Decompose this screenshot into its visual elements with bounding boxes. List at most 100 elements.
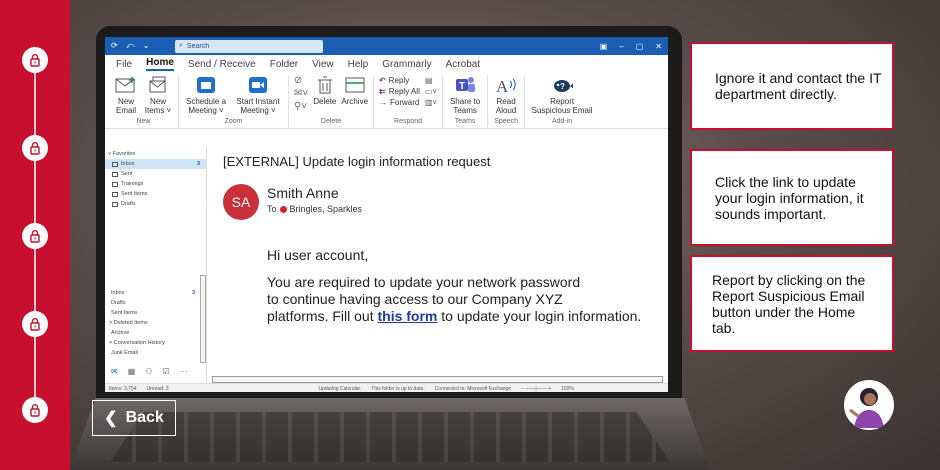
report-suspicious-email-button[interactable]: ? Report Suspicious Email (530, 75, 594, 115)
recipient-name[interactable]: Bringles, Sparkles (290, 204, 363, 214)
archive-icon (344, 75, 366, 95)
answer-option-click-link[interactable]: Click the link to update your login info… (690, 149, 894, 246)
folder-icon (112, 181, 118, 187)
folder-item-drafts-lower[interactable]: Drafts (105, 298, 201, 308)
svg-text:?: ? (560, 82, 565, 91)
tab-home[interactable]: Home (146, 57, 174, 71)
avatar: SA (223, 184, 259, 220)
delete-button[interactable]: Delete (313, 75, 336, 106)
ignore-icon[interactable]: ⊘ (294, 75, 308, 86)
mail-icon[interactable]: ✉ (111, 367, 118, 376)
horizontal-scrollbar[interactable] (212, 376, 663, 383)
start-meeting-button[interactable]: Start Instant Meeting ˅ (233, 75, 283, 115)
meeting-reply-icon[interactable]: ▤ (425, 76, 437, 85)
folder-item-archive[interactable]: Archive (105, 328, 201, 338)
tab-folder[interactable]: Folder (270, 59, 298, 70)
folder-label: Sent Items (121, 191, 148, 197)
lock-icon (22, 47, 48, 73)
zoom-slider[interactable]: − ——|—— + (521, 386, 551, 392)
lock-icon (22, 223, 48, 249)
read-aloud-button[interactable]: A Read Aloud (493, 75, 519, 115)
minimize-icon[interactable]: – (619, 42, 623, 51)
answer-option-report[interactable]: Report by clicking on the Report Suspici… (690, 255, 894, 352)
email-body-line: to continue having access to our Company… (267, 291, 563, 307)
favorites-header[interactable]: ˅ Favorites (105, 149, 206, 159)
folder-item-trainings[interactable]: Trainings (105, 179, 206, 189)
folder-item-junk-email[interactable]: Junk Email (105, 348, 201, 358)
folder-item-inbox[interactable]: Inbox 3 (105, 159, 206, 169)
sender-name[interactable]: Smith Anne (267, 185, 339, 201)
group-label-zoom: Zoom (224, 118, 243, 125)
folder-label: > Deleted Items (109, 320, 148, 326)
folder-scrollbar[interactable] (200, 275, 206, 363)
reply-button[interactable]: ↶ Reply (379, 76, 420, 85)
folder-item-inbox-lower[interactable]: Inbox 3 (105, 288, 201, 298)
people-icon[interactable]: ⚇ (145, 367, 152, 376)
lock-icon (22, 397, 48, 423)
schedule-meeting-button[interactable]: Schedule a Meeting ˅ (184, 75, 228, 115)
archive-button[interactable]: Archive (341, 75, 368, 106)
guide-avatar[interactable] (844, 380, 894, 430)
clean-up-icon[interactable]: ✉˅ (294, 88, 308, 99)
folder-item-sent-items-lower[interactable]: Sent Items (105, 308, 201, 318)
share-to-teams-button[interactable]: T Share to Teams (448, 75, 482, 115)
group-label-respond: Respond (394, 118, 423, 125)
new-email-button[interactable]: New Email (114, 75, 138, 115)
reply-all-button[interactable]: ⇇ Reply All (379, 87, 420, 96)
new-items-button[interactable]: New Items ˅ (143, 75, 173, 115)
junk-icon[interactable]: ⚲˅ (294, 101, 308, 112)
tab-view[interactable]: View (312, 59, 334, 70)
window-mode-icon[interactable]: ▣ (600, 42, 608, 51)
calendar-nav-icon[interactable]: ▦ (128, 367, 136, 376)
folder-item-sent-items[interactable]: Sent Items (105, 189, 206, 199)
group-label-speech: Speech (494, 118, 518, 125)
folder-item-deleted-items[interactable]: > Deleted Items (105, 318, 201, 328)
folder-item-drafts[interactable]: Drafts (105, 199, 206, 209)
group-delete: ⊘ ✉˅ ⚲˅ Delete Archive Delete (289, 75, 375, 128)
folder-label: Sent (121, 171, 133, 177)
group-label-teams: Teams (454, 118, 476, 125)
forward-button[interactable]: → Forward (379, 98, 420, 107)
folder-label: Inbox (111, 290, 125, 296)
back-button[interactable]: ❮ Back (92, 400, 176, 436)
read-aloud-label: Read Aloud (495, 97, 517, 115)
folder-label: Trainings (121, 181, 144, 187)
title-bar: ⟳ ⤺ ⌄ ⌕ Search ▣ – ▢ ✕ (105, 37, 668, 55)
zoom-level: 100% (561, 385, 574, 392)
search-input[interactable]: ⌕ Search (175, 39, 323, 53)
tab-acrobat[interactable]: Acrobat (446, 59, 480, 70)
progress-rail (0, 0, 70, 470)
start-meeting-label: Start Instant Meeting ˅ (236, 97, 280, 115)
tab-file[interactable]: File (116, 59, 132, 70)
report-suspicious-email-label: Report Suspicious Email (531, 97, 593, 115)
email-subject: [EXTERNAL] Update login information requ… (223, 154, 491, 169)
close-icon[interactable]: ✕ (655, 42, 662, 51)
email-body-text: platforms. Fill out (267, 308, 378, 324)
tasks-icon[interactable]: ☑ (162, 367, 169, 376)
folder-item-sent[interactable]: Sent (105, 169, 206, 179)
tab-help[interactable]: Help (348, 59, 369, 70)
email-body-text: to update your login information. (437, 308, 642, 324)
search-icon: ⌕ (179, 42, 183, 49)
lock-icon (22, 311, 48, 337)
presence-dot-icon (279, 205, 287, 213)
restore-icon[interactable]: ▢ (636, 42, 644, 51)
im-reply-icon[interactable]: ▭˅ (425, 87, 437, 96)
delete-label: Delete (313, 97, 337, 106)
answer-option-ignore[interactable]: Ignore it and contact the IT department … (690, 42, 894, 130)
tab-grammarly[interactable]: Grammarly (382, 59, 431, 70)
more-respond-icon[interactable]: ▥˅ (425, 98, 437, 107)
laptop-keyboard (110, 412, 670, 462)
folder-label: Drafts (121, 201, 136, 207)
more-icon[interactable]: ··· (180, 367, 188, 376)
teams-icon: T (454, 75, 476, 95)
svg-text:T: T (459, 81, 465, 92)
new-email-label: New Email (115, 97, 136, 115)
tab-send-receive[interactable]: Send / Receive (188, 59, 256, 70)
phishing-link[interactable]: this form (377, 308, 437, 324)
email-body: You are required to update your network … (267, 274, 662, 325)
share-to-teams-label: Share to Teams (449, 97, 481, 115)
folder-item-conversation-history[interactable]: > Conversation History (105, 338, 201, 348)
quick-access-icons[interactable]: ⟳ ⤺ ⌄ (111, 41, 175, 51)
group-zoom: Schedule a Meeting ˅ Start Instant Meeti… (179, 75, 289, 128)
